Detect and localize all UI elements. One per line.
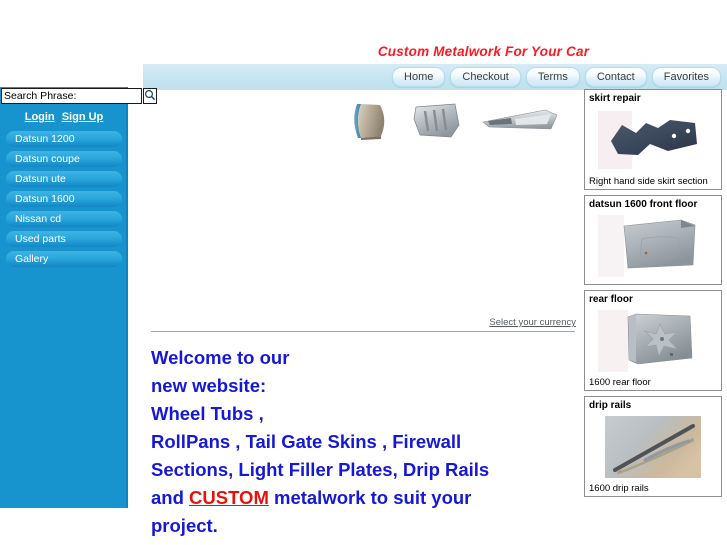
left-sidebar: Login Sign Up Datsun 1200 Datsun coupe D… (0, 87, 157, 508)
rear-floor-image (589, 307, 717, 375)
nav-item-contact[interactable]: Contact (584, 67, 647, 87)
product-caption: 1600 drip rails (589, 483, 649, 494)
welcome-line-7: project. (151, 515, 218, 536)
top-navigation-bar: Home Checkout Terms Contact Favorites (143, 64, 727, 90)
nav-item-checkout[interactable]: Checkout (450, 67, 521, 87)
account-links: Login Sign Up (0, 111, 128, 123)
sidebar-item-datsun-coupe[interactable]: Datsun coupe (6, 151, 122, 167)
product-caption: 1600 rear floor (589, 377, 651, 388)
sidebar-menu: Datsun 1200 Datsun coupe Datsun ute Dats… (6, 131, 122, 271)
drip-rails-image (589, 413, 717, 481)
page-title: Custom Metalwork For Your Car (377, 44, 590, 59)
custom-keyword-link[interactable]: CUSTOM (189, 487, 269, 508)
sidebar-item-datsun-1200[interactable]: Datsun 1200 (6, 131, 122, 147)
front-floor-image (589, 212, 717, 280)
welcome-line-6: and CUSTOM metalwork to suit your (151, 484, 575, 512)
welcome-line-6-prefix: and (151, 487, 190, 508)
product-card-skirt-repair[interactable]: skirt repair Right hand side skirt secti… (584, 89, 722, 190)
signup-link[interactable]: Sign Up (62, 111, 104, 123)
firewall-section-thumbnail (411, 101, 463, 144)
welcome-line-6-suffix: metalwork to suit your (268, 487, 472, 508)
welcome-message: Welcome to our new website: Wheel Tubs ,… (151, 344, 575, 540)
welcome-line-2: new website: (151, 375, 267, 396)
sidebar-item-gallery[interactable]: Gallery (6, 251, 122, 267)
product-sidebar: skirt repair Right hand side skirt secti… (584, 89, 722, 502)
login-link[interactable]: Login (25, 111, 55, 123)
product-title: drip rails (589, 400, 632, 411)
sidebar-item-used-parts[interactable]: Used parts (6, 231, 122, 247)
product-card-front-floor[interactable]: datsun 1600 front floor (584, 195, 722, 285)
nav-item-terms[interactable]: Terms (525, 67, 580, 87)
sidebar-item-datsun-1600[interactable]: Datsun 1600 (6, 191, 122, 207)
product-title: rear floor (589, 294, 633, 305)
welcome-line-1: Welcome to our (151, 347, 290, 368)
sidebar-item-nissan-cd[interactable]: Nissan cd (6, 211, 122, 227)
welcome-line-4: RollPans , Tail Gate Skins , Firewall (151, 431, 462, 452)
content-divider (151, 331, 575, 332)
product-title: skirt repair (589, 93, 641, 104)
welcome-line-3: Wheel Tubs , (151, 403, 264, 424)
product-title: datsun 1600 front floor (589, 199, 698, 210)
wheel-tub-thumbnail (348, 100, 393, 145)
select-currency-link[interactable]: Select your currency (489, 317, 576, 328)
nav-item-home[interactable]: Home (392, 67, 446, 87)
product-card-drip-rails[interactable]: drip rails 1600 drip rails (584, 396, 722, 497)
product-caption: Right hand side skirt section (589, 176, 708, 187)
product-card-rear-floor[interactable]: rear floor 1600 rear floor (584, 290, 722, 391)
main-content: Select your currency Welcome to our new … (143, 92, 580, 545)
hero-image-row (348, 97, 580, 147)
light-filler-plate-thumbnail (481, 108, 559, 137)
search-row (1, 88, 157, 104)
skirt-repair-image (589, 106, 717, 174)
currency-row: Select your currency (143, 314, 580, 328)
search-input[interactable] (1, 88, 142, 104)
welcome-line-5: Sections, Light Filler Plates, Drip Rail… (151, 459, 490, 480)
nav-item-favorites[interactable]: Favorites (651, 67, 721, 87)
sidebar-item-datsun-ute[interactable]: Datsun ute (6, 171, 122, 187)
